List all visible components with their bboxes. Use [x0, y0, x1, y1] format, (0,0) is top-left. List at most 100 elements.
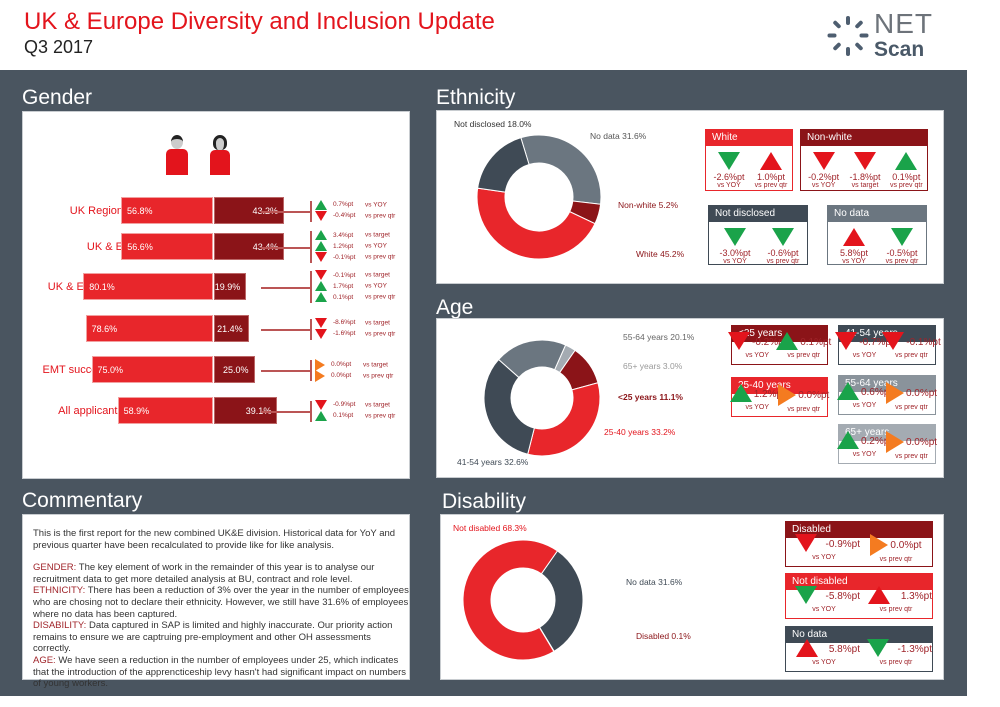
- metric-card: 25-40 years 1.2%pt vs YOY 0.0%pt vs prev qtr: [729, 377, 829, 417]
- connector-line: [261, 411, 311, 413]
- arrow-down-icon: [315, 328, 327, 339]
- arrow-down-icon: [315, 399, 327, 410]
- arrow-down-icon: [835, 332, 858, 350]
- gender-indicator: 3.4%pt vs target: [315, 230, 390, 240]
- metric-value: -1.8%pt: [849, 172, 881, 182]
- metric-value: 0.0%pt: [890, 539, 922, 551]
- commentary-body: The key element of work in the remainder…: [33, 562, 375, 585]
- arrow-right-icon: [885, 431, 904, 453]
- female-bar: 19.9%: [214, 273, 247, 300]
- metric-comparison: vs prev qtr: [889, 182, 923, 189]
- metric-comparison: vs YOY: [842, 258, 866, 265]
- gender-indicator: -0.1%pt vs target: [315, 270, 390, 280]
- card-metric: 0.0%pt vs prev qtr: [885, 382, 937, 411]
- indicator-value: -0.9%pt: [333, 401, 356, 409]
- commentary-body: Data captured in SAP is limited and high…: [33, 620, 393, 655]
- arrow-down-icon: [891, 228, 913, 246]
- card-metric: 0.2%pt vs YOY: [836, 431, 892, 458]
- female-pct: 21.4%: [217, 324, 243, 334]
- gender-heading: Gender: [22, 86, 93, 109]
- arrow-right-icon: [885, 382, 904, 404]
- indicator-value: 0.1%pt: [333, 412, 354, 420]
- gender-row: All applicants 58.9% 39.1% -0.9%pt vs target…: [23, 397, 411, 437]
- metric-value: 0.1%pt: [892, 172, 921, 182]
- metric-comparison: vs YOY: [717, 182, 741, 189]
- logo-scan-text: Scan: [874, 38, 925, 61]
- donut-slice-no-data: [520, 134, 602, 205]
- logo-net-text: NET: [874, 8, 933, 39]
- bracket-line: [310, 271, 312, 303]
- metric-comparison: vs YOY: [745, 352, 770, 359]
- disability-heading: Disability: [442, 490, 527, 513]
- arrow-up-icon: [843, 228, 865, 246]
- indicator-value: 0.1%pt: [333, 293, 354, 301]
- card-metric: -0.9%pt vs YOY: [788, 534, 860, 561]
- connector-line: [261, 370, 311, 372]
- metric-comparison: vs prev qtr: [895, 453, 928, 460]
- card-metric: 0.0%pt vs prev qtr: [778, 384, 829, 413]
- metric-card: Not disabled -5.8%pt vs YOY 1.3%pt vs prev q…: [785, 573, 933, 619]
- metric-comparison: vs YOY: [852, 402, 877, 409]
- card-title: White: [706, 130, 792, 146]
- gender-row: UK & E56.6%43.4%3.4%ptvs target1.2%ptvs …: [23, 230, 411, 273]
- male-bar: 56.6%: [121, 233, 213, 260]
- male-pct: 78.6%: [91, 324, 118, 334]
- metric-card: No data 5.8%pt vs YOY -1.3%pt vs prev qtr: [785, 626, 933, 672]
- male-pct: 56.8%: [126, 206, 153, 216]
- indicator-value: -8.6%pt: [333, 319, 356, 327]
- female-pct: 25.0%: [222, 365, 249, 375]
- arrow-up-icon: [315, 292, 327, 302]
- gender-indicator: -0.9%pt vs target: [315, 399, 390, 410]
- male-figure-icon: [166, 135, 188, 177]
- gender-indicator: -0.4%pt vs prev qtr: [315, 210, 395, 221]
- metric-comparison: vs prev qtr: [879, 556, 913, 563]
- card-metric: 5.8%pt vs YOY: [830, 228, 878, 265]
- arrow-up-icon: [315, 281, 327, 291]
- metric-comparison: vs YOY: [812, 659, 836, 666]
- metric-value: -0.6%pt: [767, 248, 799, 258]
- metric-value: -0.1%pt: [906, 336, 941, 348]
- indicator-comparison: vs YOY: [365, 201, 387, 209]
- gender-row-label: UK & E: [86, 241, 123, 253]
- male-bar: 58.9%: [117, 397, 213, 424]
- gender-indicator: 1.2%pt vs YOY: [315, 241, 387, 251]
- indicator-value: 0.0%pt: [331, 361, 352, 369]
- metric-comparison: vs YOY: [812, 606, 836, 613]
- indicator-comparison: vs prev qtr: [365, 330, 396, 338]
- gender-row: UK & E leaders80.1%19.9%-0.1%ptvs target…: [23, 270, 411, 313]
- commentary-heading: Commentary: [22, 489, 143, 512]
- metric-comparison: vs prev qtr: [766, 258, 800, 265]
- metric-comparison: vs prev qtr: [787, 406, 821, 413]
- card-metric: -0.1%pt vs prev qtr: [882, 332, 941, 359]
- metric-comparison: vs YOY: [811, 182, 836, 189]
- pie-label-not-disabled: Not disabled 68.3%: [453, 523, 527, 533]
- metric-card: <25 years -0.2%pt vs YOY 0.1%pt vs prev qtr: [728, 325, 831, 365]
- metric-comparison: vs prev qtr: [754, 182, 788, 189]
- arrow-up-icon: [836, 382, 859, 400]
- donut-slice-not-disabled: [462, 539, 559, 661]
- indicator-comparison: vs target: [365, 231, 390, 239]
- commentary-key: DISABILITY:: [33, 620, 87, 632]
- card-metric: 1.3%pt vs prev qtr: [860, 586, 932, 613]
- arrow-up-icon: [760, 152, 782, 170]
- metric-card: Non-white -0.2%pt vs YOY -1.8%pt vs target 0.…: [800, 129, 928, 191]
- male-bar: 80.1%: [83, 273, 213, 300]
- metric-value: 5.8%pt: [839, 248, 869, 258]
- card-title: Not disclosed: [709, 206, 807, 222]
- pie-label-55-64: 55-64 years 20.1%: [623, 332, 695, 342]
- metric-value: 1.0%pt: [756, 172, 786, 182]
- arrow-down-icon: [772, 228, 794, 246]
- indicator-comparison: vs YOY: [365, 282, 387, 290]
- pie-label-no-data: No data 31.6%: [590, 131, 647, 141]
- commentary-body: We have seen a reduction in the number o…: [33, 654, 407, 690]
- gender-row: EMT succession 75.0% 25.0% 0.0%pt vs target 0…: [23, 356, 411, 396]
- metric-card: 41-54 years -0.7%pt vs YOY -0.1%pt vs prev q…: [835, 325, 941, 365]
- card-metric: -3.0%pt vs YOY: [711, 228, 759, 265]
- metric-value: -1.3%pt: [897, 643, 932, 655]
- arrow-up-icon: [868, 586, 891, 604]
- metric-value: 1.3%pt: [900, 590, 932, 602]
- indicator-comparison: vs target: [365, 401, 390, 409]
- male-pct: 80.1%: [89, 282, 115, 292]
- indicator-comparison: vs prev qtr: [365, 253, 396, 261]
- metric-comparison: vs prev qtr: [895, 404, 928, 411]
